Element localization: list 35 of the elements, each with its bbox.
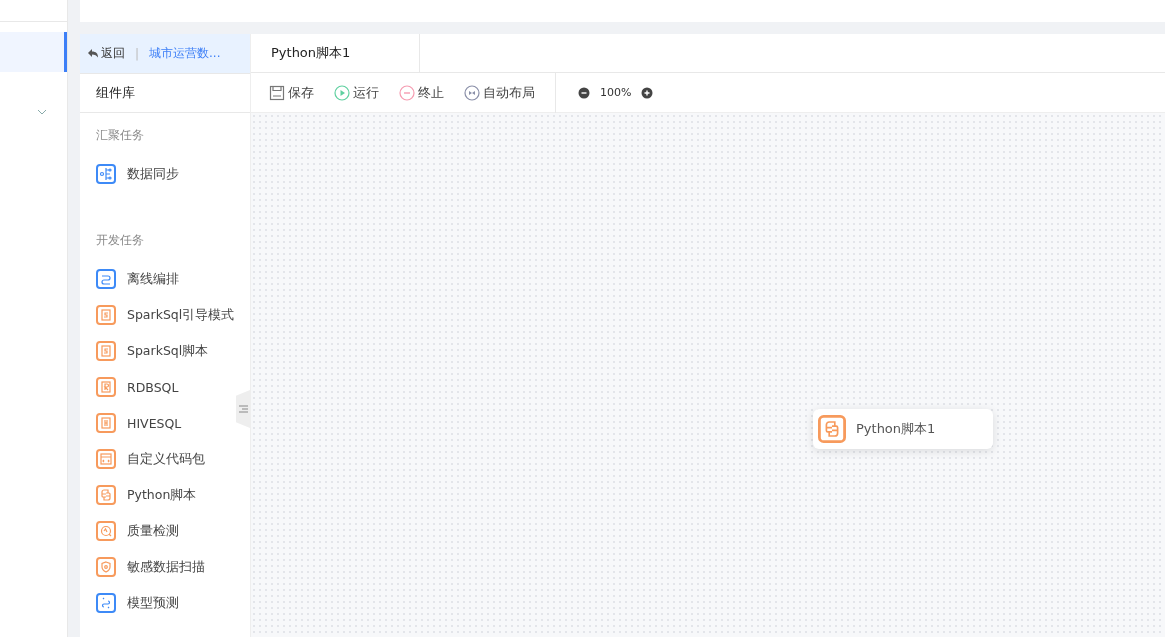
component-item[interactable]: 离线编排 xyxy=(80,261,234,297)
toolbar-button[interactable]: 自动布局 xyxy=(464,83,535,102)
component-item[interactable]: 质量检测 xyxy=(80,513,234,549)
lines-icon xyxy=(238,405,248,413)
group-title: 开发任务 xyxy=(95,232,145,249)
back-label[interactable]: 返回 xyxy=(101,45,125,62)
zoom-level: 100% xyxy=(600,86,632,99)
layout-icon xyxy=(464,84,480,101)
toolbar-button[interactable]: 保存 xyxy=(269,83,314,102)
separator: | xyxy=(135,46,140,61)
back-link[interactable]: 返回 xyxy=(88,45,125,62)
component-item[interactable]: 模型预测 xyxy=(80,585,234,621)
component-item[interactable]: RDBSQL xyxy=(80,369,234,405)
toolbar-button[interactable]: 终止 xyxy=(399,83,444,102)
back-arrow-icon xyxy=(88,49,98,58)
project-link[interactable]: 城市运营数... xyxy=(149,45,221,62)
nav-item[interactable] xyxy=(0,32,67,72)
component-item[interactable]: SparkSql引导模式 xyxy=(80,297,234,333)
component-item[interactable]: HIVESQL xyxy=(80,405,234,441)
zoom-in-button[interactable] xyxy=(641,86,654,99)
save-icon xyxy=(269,84,285,101)
zoom-out-button[interactable] xyxy=(578,86,590,99)
component-item[interactable]: 敏感数据扫描 xyxy=(80,549,234,585)
flow-node[interactable]: Python脚本1 xyxy=(813,409,993,449)
component-item[interactable]: SparkSql脚本 xyxy=(80,333,234,369)
play-icon xyxy=(334,84,350,101)
component-item[interactable]: Python脚本 xyxy=(80,477,234,513)
collapse-handle[interactable] xyxy=(236,390,250,428)
component-item[interactable]: 自定义代码包 xyxy=(80,441,234,477)
component-item[interactable]: 数据同步 xyxy=(80,156,234,192)
minus-circle-icon xyxy=(399,84,415,101)
chevron-down-icon[interactable] xyxy=(37,109,47,115)
group-title: 汇聚任务 xyxy=(95,127,145,144)
toolbar-button[interactable]: 运行 xyxy=(334,83,379,102)
panel-title: 组件库 xyxy=(80,73,250,113)
